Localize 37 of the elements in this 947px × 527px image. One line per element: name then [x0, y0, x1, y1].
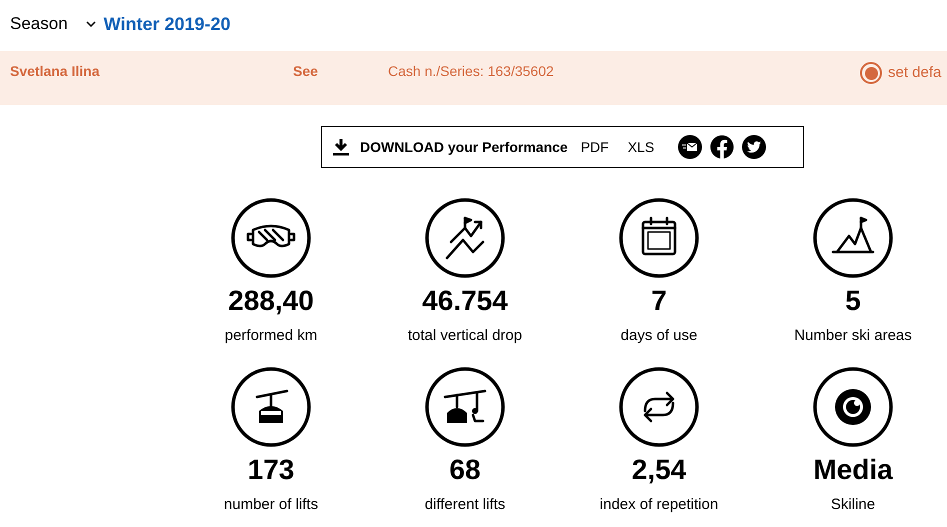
stat-value: 5	[845, 284, 861, 318]
stat-value: 7	[651, 284, 667, 318]
user-name: Svetlana Ilina	[10, 62, 101, 81]
mountain-flag-icon	[813, 198, 893, 278]
cash-series: Cash n./Series: 163/35602	[388, 62, 555, 81]
stat-value: 288,40	[228, 284, 314, 318]
mail-icon[interactable]	[678, 135, 702, 159]
download-icon	[332, 138, 350, 156]
twitter-icon[interactable]	[742, 135, 766, 159]
chairlift-icon	[425, 367, 505, 447]
stat-value: 68	[449, 453, 481, 487]
stat-label: days of use	[620, 326, 698, 346]
chevron-down-icon	[86, 21, 96, 27]
stat-label: number of lifts	[224, 495, 318, 515]
goggles-icon	[231, 198, 311, 278]
download-title: DOWNLOAD your Performance	[360, 138, 568, 157]
stat-label: different lifts	[424, 495, 506, 515]
season-dropdown[interactable]: Winter 2019-20	[86, 10, 231, 38]
repeat-icon	[619, 367, 699, 447]
see-link[interactable]: See	[293, 61, 388, 82]
stat-label: index of repetition	[600, 495, 718, 515]
calendar-icon	[619, 198, 699, 278]
stat-label: Skiline	[830, 495, 876, 515]
stat-value: 173	[248, 453, 294, 487]
format-link[interactable]: XLS	[628, 136, 654, 158]
gondola-icon	[231, 367, 311, 447]
season-label: Season	[10, 13, 68, 36]
stat-value: 2,54	[632, 453, 686, 487]
stat-label: Number ski areas	[794, 326, 912, 346]
default-radio[interactable]: set defa	[860, 62, 942, 84]
facebook-icon[interactable]	[710, 135, 734, 159]
eye-icon	[813, 367, 893, 447]
stat-label: performed km	[224, 326, 318, 346]
stat-label: total vertical drop	[408, 326, 522, 346]
stat-value: 46.754	[422, 284, 508, 318]
format-link[interactable]: PDF	[580, 136, 609, 158]
stat-value: Media	[813, 453, 893, 487]
